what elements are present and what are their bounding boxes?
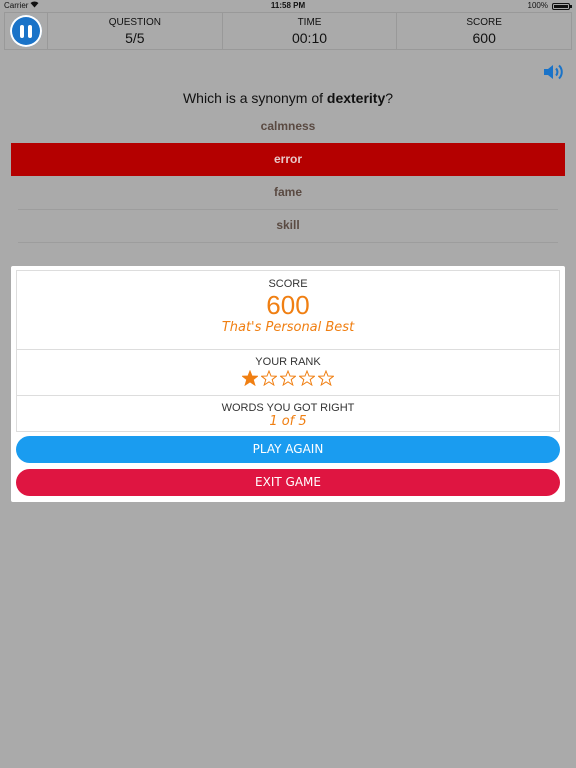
time-value: 00:10 <box>291 30 328 46</box>
game-header: QUESTION 5/5 TIME 00:10 SCORE 600 <box>4 12 572 50</box>
status-time: 11:58 PM <box>270 1 306 10</box>
status-bar: Carrier 11:58 PM 100% <box>0 0 576 12</box>
star-empty-icon <box>299 370 315 386</box>
pause-icon <box>20 24 24 38</box>
answer-option-wrong[interactable]: error <box>11 143 565 176</box>
words-row: WORDS YOU GOT RIGHT 1 of 5 <box>17 396 559 432</box>
score-counter: SCORE 600 <box>397 13 571 49</box>
rank-label: YOUR RANK <box>255 356 321 368</box>
star-filled-icon <box>242 370 258 386</box>
star-empty-icon <box>261 370 277 386</box>
pause-cell <box>5 13 48 49</box>
time-label: TIME <box>297 17 322 28</box>
result-score-value: 600 <box>266 290 310 320</box>
question-word: dexterity <box>326 90 386 106</box>
question-prefix: Which is a synonym of <box>182 90 327 106</box>
pause-icon-bar <box>28 24 32 38</box>
personal-best-note: That's Personal Best <box>221 320 355 335</box>
question-value: 5/5 <box>125 30 145 46</box>
result-box: SCORE 600 That's Personal Best YOUR RANK… <box>16 270 560 432</box>
words-label: WORDS YOU GOT RIGHT <box>221 402 355 414</box>
result-score-label: SCORE <box>268 278 308 290</box>
result-panel: SCORE 600 That's Personal Best YOUR RANK… <box>11 266 565 502</box>
question-suffix: ? <box>385 90 394 106</box>
battery-tip <box>570 5 572 8</box>
answer-option[interactable]: calmness <box>18 110 558 144</box>
battery-icon <box>552 3 570 10</box>
exit-game-button[interactable]: EXIT GAME <box>16 469 560 496</box>
words-value: 1 of 5 <box>269 414 307 429</box>
answer-option[interactable]: fame <box>18 176 558 210</box>
rank-row: YOUR RANK <box>17 350 559 396</box>
star-empty-icon <box>280 370 296 386</box>
play-again-button[interactable]: PLAY AGAIN <box>16 436 560 463</box>
star-empty-icon <box>318 370 334 386</box>
question-counter: QUESTION 5/5 <box>48 13 223 49</box>
pause-button[interactable] <box>10 15 42 47</box>
score-value: 600 <box>472 30 496 46</box>
question-label: QUESTION <box>108 17 161 28</box>
speaker-icon[interactable] <box>542 62 566 82</box>
time-counter: TIME 00:10 <box>223 13 398 49</box>
question-text: Which is a synonym of dexterity? <box>0 90 576 106</box>
score-label: SCORE <box>466 17 502 28</box>
rank-stars <box>17 370 559 386</box>
answer-option[interactable]: skill <box>18 209 558 243</box>
battery-percent: 100% <box>527 1 548 10</box>
score-row: SCORE 600 That's Personal Best <box>17 271 559 350</box>
